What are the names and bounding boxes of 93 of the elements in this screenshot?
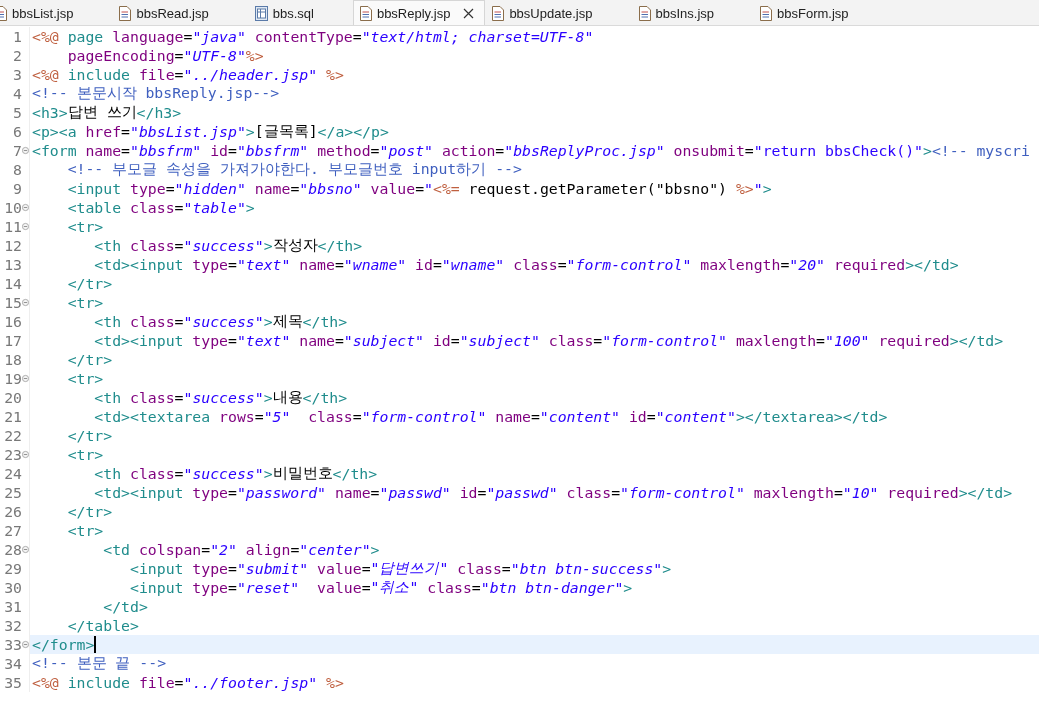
line-number: 26 (3, 503, 22, 520)
line-number: 18 (3, 351, 22, 368)
code-line: <input type="reset" value="취소" class="btn btn-danger"> (129, 578, 633, 597)
code-line: <input type="hidden" name="bbsno" value="<%= request.getParameter("bbsno") %>"> (66, 180, 772, 197)
document-icon (760, 5, 773, 21)
line-number: 7 (12, 142, 22, 159)
code-line: pageEncoding="UTF-8"%> (66, 47, 264, 64)
line-number: 19 (3, 370, 22, 387)
line-number: 29 (3, 560, 22, 577)
line-number: 35 (3, 674, 22, 691)
document-icon (492, 5, 505, 21)
code-line: <h3>답변 쓰기</h3> (31, 103, 182, 122)
collapse-icon[interactable] (22, 374, 29, 383)
document-icon (119, 5, 132, 21)
line-number: 6 (12, 123, 22, 140)
line-number: 28 (3, 541, 22, 558)
collapse-icon[interactable] (22, 203, 29, 212)
code-line: <!-- 부모글 속성을 가져가야한다. 부모글번호 input하기 --> (66, 160, 522, 179)
text-cursor (94, 636, 97, 653)
collapse-icon[interactable] (22, 298, 29, 307)
line-number: 9 (12, 180, 22, 197)
line-number: 16 (3, 313, 22, 330)
code-line: </form> (31, 636, 97, 653)
line-number: 11 (3, 218, 22, 235)
line-number: 27 (3, 522, 22, 539)
line-number: 10 (3, 199, 22, 216)
code-line: <td><textarea rows="5" class="form-control" name="content" id="content"></textarea></td> (93, 408, 888, 425)
line-number: 21 (3, 408, 22, 425)
code-line: <input type="submit" value="답변쓰기" class="btn btn-success"> (129, 559, 672, 578)
editor-tab[interactable]: bbs.sql (247, 0, 353, 25)
code-line: <th class="success">비밀번호</th> (93, 464, 378, 483)
collapse-icon[interactable] (22, 222, 29, 231)
code-line: <%@ include file="../header.jsp" %> (31, 66, 344, 83)
code-line: <form name="bbsfrm" id="bbsfrm" method="post" action="bbsReplyProc.jsp" onsubmit="return bbsCheck()"><!-- myscri (31, 142, 1030, 159)
code-line: <%@ include file="../footer.jsp" %> (31, 674, 344, 691)
editor-tab[interactable]: bbsRead.jsp (112, 0, 248, 25)
document-icon (638, 5, 651, 21)
collapse-icon[interactable] (22, 545, 29, 554)
line-number: 34 (3, 655, 22, 672)
code-line: </td> (102, 598, 148, 615)
line-number: 1 (12, 28, 22, 45)
code-line: <tr> (66, 522, 104, 539)
line-number: 33 (3, 636, 22, 653)
line-number: 32 (3, 617, 22, 634)
editor-tab[interactable]: bbsReply.jsp (352, 0, 486, 25)
code-line: </tr> (66, 351, 113, 368)
line-number: 13 (3, 256, 22, 273)
line-number: 14 (3, 275, 22, 292)
line-number: 12 (3, 237, 22, 254)
document-icon (359, 5, 372, 21)
code-line: <!-- 본문시작 bbsReply.jsp--> (31, 84, 280, 103)
collapse-icon[interactable] (22, 450, 29, 459)
editor-tab[interactable]: bbsList.jsp (0, 0, 113, 25)
code-line: </table> (66, 617, 139, 634)
code-line: <table class="table"> (66, 199, 255, 216)
line-number: 25 (3, 484, 22, 501)
code-line: <tr> (66, 294, 104, 311)
editor-tab[interactable]: bbsUpdate.jsp (485, 0, 632, 25)
code-line: </tr> (66, 503, 113, 520)
collapse-icon[interactable] (22, 146, 29, 155)
line-number: 20 (3, 389, 22, 406)
code-line: <td colspan="2" align="center"> (102, 541, 380, 558)
code-line: <td><input type="password" name="passwd" id="passwd" class="form-control" maxlength="10" required></td> (93, 484, 1013, 501)
line-number: 8 (12, 161, 22, 178)
collapse-icon[interactable] (22, 640, 29, 649)
code-line: <th class="success">내용</th> (93, 388, 348, 407)
code-line: </tr> (66, 275, 113, 292)
code-line: </tr> (66, 427, 113, 444)
code-line: <tr> (66, 370, 104, 387)
code-line: <!-- 본문 끝 --> (31, 654, 167, 673)
code-line: <th class="success">작성자</th> (93, 236, 363, 255)
line-number: 17 (3, 332, 22, 349)
code-line: <tr> (66, 446, 104, 463)
line-number: 31 (3, 598, 22, 615)
code-line: <p><a href="bbsList.jsp">[글목록]</a></p> (31, 122, 389, 141)
code-line: <%@ page language="java" contentType="text/html; charset=UTF-8" (31, 28, 594, 45)
code-line: <th class="success">제목</th> (93, 312, 348, 331)
editor-tab[interactable]: bbsForm.jsp (753, 0, 888, 25)
line-number: 15 (3, 294, 22, 311)
table-file-icon (254, 5, 268, 21)
line-number: 3 (12, 66, 22, 83)
code-line: <tr> (66, 218, 104, 235)
line-number: 23 (3, 446, 22, 463)
line-number: 5 (12, 104, 22, 121)
code-line: <td><input type="text" name="wname" id="wname" class="form-control" maxlength="20" required></td> (93, 256, 959, 273)
line-number: 24 (3, 465, 22, 482)
line-number: 2 (12, 47, 22, 64)
line-number: 22 (3, 427, 22, 444)
editor-tab[interactable]: bbsIns.jsp (631, 0, 754, 25)
code-line: <td><input type="text" name="subject" id="subject" class="form-control" maxlength="100" required></td> (93, 332, 1004, 349)
close-icon[interactable] (463, 7, 475, 19)
line-number: 30 (3, 579, 22, 596)
line-number: 4 (12, 85, 22, 102)
